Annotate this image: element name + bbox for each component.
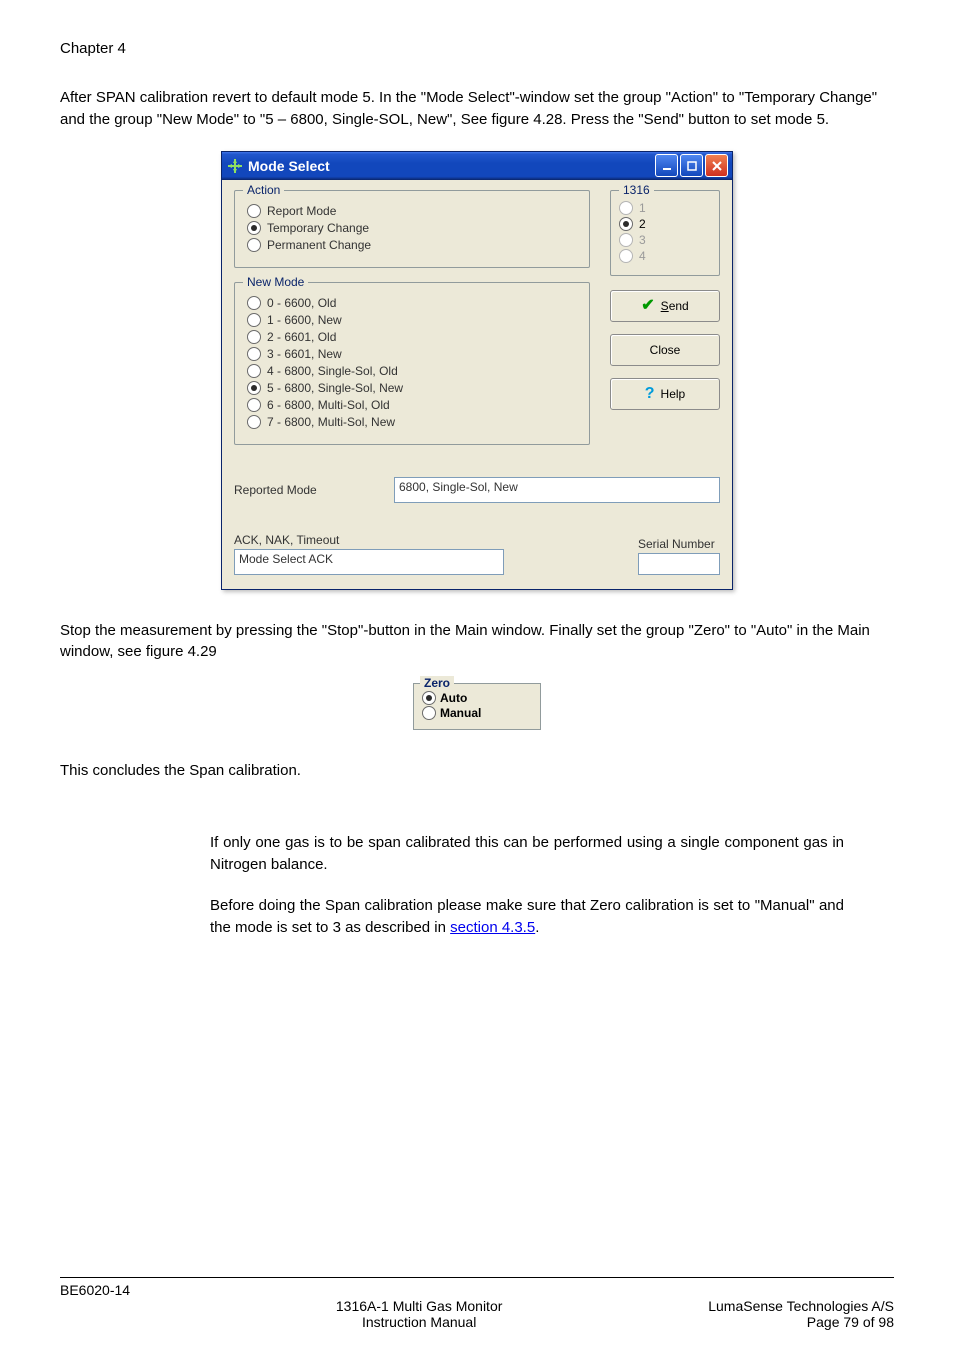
send-button[interactable]: ✔ Send (610, 290, 720, 322)
radio-mode-1[interactable]: 1 - 6600, New (247, 313, 577, 327)
mode-select-window: Mode Select Action Rep (221, 151, 733, 590)
radio-unit-2[interactable]: 2 (619, 217, 711, 231)
radio-label: 5 - 6800, Single-Sol, New (267, 381, 403, 395)
radio-permanent-change[interactable]: Permanent Change (247, 238, 577, 252)
close-label: Close (650, 343, 681, 357)
footer-right: LumaSense Technologies A/SPage 79 of 98 (708, 1282, 894, 1330)
radio-label: 0 - 6600, Old (267, 296, 336, 310)
radio-unit-4: 4 (619, 249, 711, 263)
radio-label: 1 - 6600, New (267, 313, 342, 327)
radio-label: 3 - 6601, New (267, 347, 342, 361)
radio-label: Permanent Change (267, 238, 371, 252)
page-footer: BE6020-14 1316A-1 Multi Gas MonitorInstr… (60, 1277, 894, 1330)
radio-label: 4 - 6800, Single-Sol, Old (267, 364, 398, 378)
check-icon: ✔ (641, 298, 654, 314)
paragraph-4: If only one gas is to be span calibrated… (210, 832, 844, 876)
radio-temporary-change[interactable]: Temporary Change (247, 221, 577, 235)
radio-mode-7[interactable]: 7 - 6800, Multi-Sol, New (247, 415, 577, 429)
window-title: Mode Select (248, 158, 330, 174)
radio-label: Report Mode (267, 204, 336, 218)
unit-legend: 1316 (619, 183, 654, 197)
app-icon (228, 159, 242, 173)
zero-group: Zero Auto Manual (413, 683, 541, 730)
radio-label: 6 - 6800, Multi-Sol, Old (267, 398, 390, 412)
zero-legend: Zero (420, 676, 454, 690)
radio-zero-auto[interactable]: Auto (422, 691, 532, 705)
radio-mode-2[interactable]: 2 - 6601, Old (247, 330, 577, 344)
action-group: Action Report Mode Temporary Change Perm… (234, 190, 590, 268)
radio-label: 2 (639, 217, 646, 231)
minimize-button[interactable] (655, 154, 678, 177)
serial-label: Serial Number (638, 537, 715, 551)
paragraph-3: This concludes the Span calibration. (60, 760, 894, 782)
radio-report-mode[interactable]: Report Mode (247, 204, 577, 218)
radio-unit-1: 1 (619, 201, 711, 215)
ack-field[interactable]: Mode Select ACK (234, 549, 504, 575)
radio-label: Temporary Change (267, 221, 369, 235)
new-mode-legend: New Mode (243, 275, 308, 289)
paragraph-5b: . (535, 919, 539, 936)
paragraph-5: Before doing the Span calibration please… (210, 895, 844, 939)
ack-label: ACK, NAK, Timeout (234, 533, 618, 547)
unit-group: 1316 1 2 3 4 (610, 190, 720, 276)
chapter-title: Chapter 4 (60, 40, 894, 57)
footer-center: 1316A-1 Multi Gas MonitorInstruction Man… (336, 1282, 503, 1330)
footer-left: BE6020-14 (60, 1282, 130, 1330)
radio-label: Manual (440, 706, 481, 720)
radio-unit-3: 3 (619, 233, 711, 247)
radio-mode-4[interactable]: 4 - 6800, Single-Sol, Old (247, 364, 577, 378)
reported-mode-row: Reported Mode 6800, Single-Sol, New (234, 477, 720, 503)
radio-mode-6[interactable]: 6 - 6800, Multi-Sol, Old (247, 398, 577, 412)
radio-label: 4 (639, 249, 646, 263)
radio-label: 7 - 6800, Multi-Sol, New (267, 415, 395, 429)
section-link[interactable]: section 4.3.5 (450, 919, 535, 936)
reported-mode-label: Reported Mode (234, 483, 394, 497)
close-button[interactable] (705, 154, 728, 177)
radio-label: 1 (639, 201, 646, 215)
send-label: Send (661, 299, 689, 313)
titlebar[interactable]: Mode Select (222, 152, 732, 180)
maximize-button[interactable] (680, 154, 703, 177)
reported-mode-field[interactable]: 6800, Single-Sol, New (394, 477, 720, 503)
serial-field[interactable] (638, 553, 720, 575)
paragraph-1: After SPAN calibration revert to default… (60, 87, 894, 131)
radio-label: 2 - 6601, Old (267, 330, 336, 344)
radio-label: Auto (440, 691, 467, 705)
paragraph-2: Stop the measurement by pressing the "St… (60, 620, 894, 664)
radio-mode-5[interactable]: 5 - 6800, Single-Sol, New (247, 381, 577, 395)
close-dialog-button[interactable]: Close (610, 334, 720, 366)
new-mode-group: New Mode 0 - 6600, Old 1 - 6600, New 2 -… (234, 282, 590, 445)
help-button[interactable]: ? Help (610, 378, 720, 410)
radio-label: 3 (639, 233, 646, 247)
radio-mode-0[interactable]: 0 - 6600, Old (247, 296, 577, 310)
question-icon: ? (645, 386, 655, 402)
help-label: Help (661, 387, 686, 401)
action-legend: Action (243, 183, 284, 197)
radio-mode-3[interactable]: 3 - 6601, New (247, 347, 577, 361)
radio-zero-manual[interactable]: Manual (422, 706, 532, 720)
